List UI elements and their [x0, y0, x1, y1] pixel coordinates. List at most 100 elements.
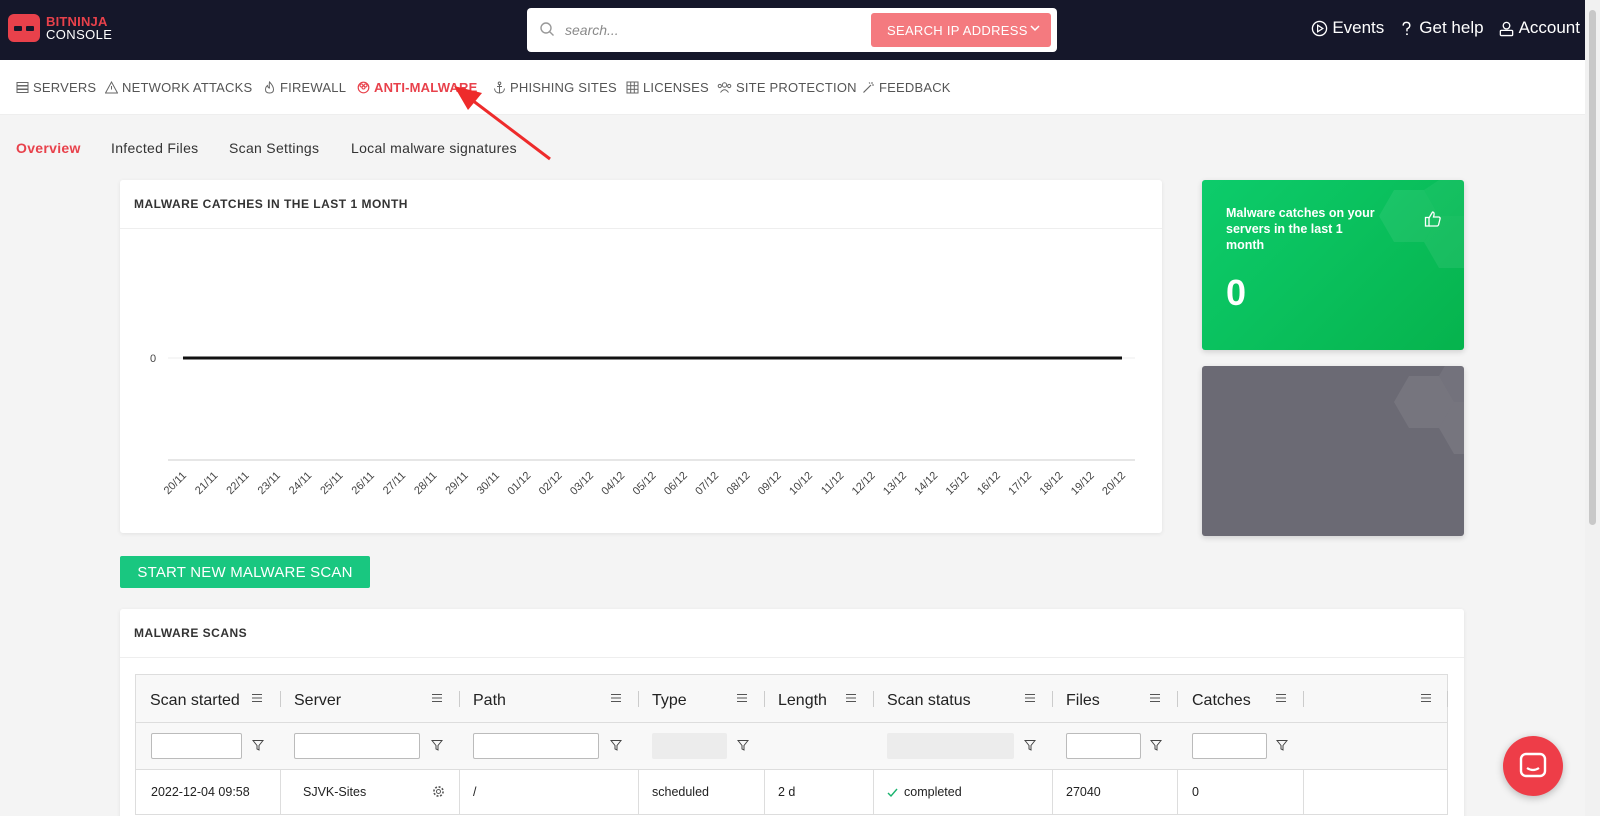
cell-server[interactable]: SJVK-Sites [303, 785, 366, 799]
col-header-path[interactable]: Path [473, 692, 506, 710]
filter-path-input[interactable] [473, 733, 599, 759]
chart-x-tick-label: 22/11 [224, 470, 251, 497]
filter-icon[interactable] [1276, 739, 1288, 751]
account-label: Account [1518, 18, 1580, 37]
chart-x-tick-label: 11/12 [819, 470, 846, 497]
chat-launcher-button[interactable] [1503, 736, 1563, 796]
chevron-down-icon [1030, 25, 1040, 32]
chart-x-tick-label: 12/12 [850, 470, 878, 498]
chart-x-tick-label: 03/12 [568, 470, 596, 498]
chart-x-tick-label: 29/11 [443, 470, 470, 497]
filter-icon[interactable] [737, 739, 749, 751]
malware-scans-table: Scan started Server Path Type Length Sca… [135, 674, 1448, 815]
malware-catches-chart-card: MALWARE CATCHES IN THE LAST 1 MONTH 0 20/… [120, 180, 1162, 533]
filter-server-input[interactable] [294, 733, 420, 759]
chart-x-tick-label: 13/12 [881, 470, 909, 498]
filter-scan-status-select[interactable] [887, 733, 1014, 759]
filter-catches-input[interactable] [1192, 733, 1267, 759]
table-row[interactable]: 2022-12-04 09:58 SJVK-Sites / scheduled … [136, 770, 1447, 815]
nav-site-protection[interactable]: SITE PROTECTION [717, 80, 857, 95]
column-menu-icon[interactable] [610, 692, 622, 704]
chart-x-tick-label: 24/11 [287, 470, 314, 497]
filter-icon[interactable] [252, 739, 264, 751]
filter-icon[interactable] [1024, 739, 1036, 751]
nav-feedback[interactable]: FEEDBACK [862, 80, 951, 95]
col-header-files[interactable]: Files [1066, 692, 1100, 710]
chart-x-tick-label: 25/11 [318, 470, 345, 497]
column-menu-icon[interactable] [251, 692, 263, 704]
wand-icon [863, 82, 874, 93]
chart-x-tick-label: 19/12 [1069, 470, 1097, 498]
subtab-scan-settings[interactable]: Scan Settings [229, 140, 319, 156]
chart-x-tick-label: 05/12 [631, 470, 659, 498]
get-help-link[interactable]: Get help [1398, 18, 1484, 38]
chart-x-tick-label: 07/12 [693, 470, 721, 498]
col-header-scan-status[interactable]: Scan status [887, 692, 971, 710]
search-icon [540, 22, 554, 36]
main-nav: SERVERS NETWORK ATTACKS FIREWALL ANTI-MA… [0, 60, 1585, 115]
chart-x-tick-label: 27/11 [381, 470, 408, 497]
col-header-length[interactable]: Length [778, 692, 827, 710]
brand-subtitle: CONSOLE [46, 27, 113, 42]
account-link[interactable]: Account [1498, 18, 1580, 38]
start-new-malware-scan-button[interactable]: START NEW MALWARE SCAN [120, 556, 370, 588]
users-icon [717, 82, 732, 93]
flame-icon [264, 81, 275, 94]
chart-x-tick-label: 26/11 [350, 470, 377, 497]
chart-x-tick-label: 23/11 [256, 470, 283, 497]
search-input[interactable] [565, 18, 885, 42]
col-header-type[interactable]: Type [652, 692, 687, 710]
thumbs-up-icon [1424, 211, 1441, 227]
column-menu-icon[interactable] [736, 692, 748, 704]
stat-card-title: Malware catches on your servers in the l… [1226, 206, 1375, 252]
table-filter-row [136, 723, 1447, 770]
chart-x-tick-label: 16/12 [975, 470, 1003, 498]
cell-scan-started: 2022-12-04 09:58 [151, 785, 250, 799]
column-menu-icon[interactable] [1275, 692, 1287, 704]
brand-logo[interactable]: BITNINJA CONSOLE [8, 14, 112, 42]
subtab-infected-files[interactable]: Infected Files [111, 140, 198, 156]
chart-x-tick-label: 04/12 [599, 470, 627, 498]
scans-card-title: MALWARE SCANS [134, 626, 248, 640]
cell-length: 2 d [778, 785, 796, 799]
column-menu-icon[interactable] [1024, 692, 1036, 704]
chart-x-tick-label: 08/12 [725, 470, 753, 498]
chart-x-tick-label: 20/11 [162, 470, 189, 497]
nav-firewall[interactable]: FIREWALL [263, 80, 346, 95]
chart-x-tick-label: 28/11 [412, 470, 439, 497]
nav-licenses[interactable]: LICENSES [626, 80, 709, 95]
filter-icon[interactable] [1150, 739, 1162, 751]
events-link[interactable]: Events [1311, 18, 1384, 38]
col-header-server[interactable]: Server [294, 692, 341, 710]
column-menu-icon[interactable] [1149, 692, 1161, 704]
get-help-label: Get help [1419, 18, 1484, 37]
column-menu-icon[interactable] [1420, 692, 1432, 704]
subtab-overview[interactable]: Overview [16, 140, 81, 156]
account-icon [1499, 21, 1513, 36]
nav-network-attacks[interactable]: NETWORK ATTACKS [105, 80, 252, 95]
chart-card-title: MALWARE CATCHES IN THE LAST 1 MONTH [134, 197, 408, 211]
biohazard-icon [357, 81, 370, 94]
cell-scan-status: completed [904, 785, 962, 799]
filter-type-select[interactable] [652, 733, 727, 759]
malware-catches-stat-card: Malware catches on your servers in the l… [1202, 180, 1464, 350]
malware-catches-line-chart: 0 20/11 21/11 22/11 23/11 24/11 25/11 26/11 27/1… [150, 353, 1135, 498]
top-bar: BITNINJA CONSOLE SEARCH IP ADDRESS Event… [0, 0, 1600, 60]
nav-servers[interactable]: SERVERS [16, 80, 96, 95]
filter-icon[interactable] [610, 739, 622, 751]
search-ip-address-button[interactable]: SEARCH IP ADDRESS [871, 13, 1051, 47]
column-menu-icon[interactable] [431, 692, 443, 704]
column-menu-icon[interactable] [845, 692, 857, 704]
col-header-catches[interactable]: Catches [1192, 692, 1251, 710]
chart-y-tick-label: 0 [150, 353, 156, 365]
chart-x-tick-label: 06/12 [662, 470, 690, 498]
chart-x-tick-label: 09/12 [756, 470, 784, 498]
page-scrollbar-thumb[interactable] [1589, 10, 1596, 525]
gear-icon[interactable] [432, 785, 445, 798]
filter-scan-started-input[interactable] [151, 733, 242, 759]
hexagon-pattern-icon [1394, 366, 1464, 454]
chart-x-tick-label: 14/12 [912, 470, 940, 498]
filter-files-input[interactable] [1066, 733, 1141, 759]
col-header-scan-started[interactable]: Scan started [150, 692, 240, 710]
filter-icon[interactable] [431, 739, 443, 751]
